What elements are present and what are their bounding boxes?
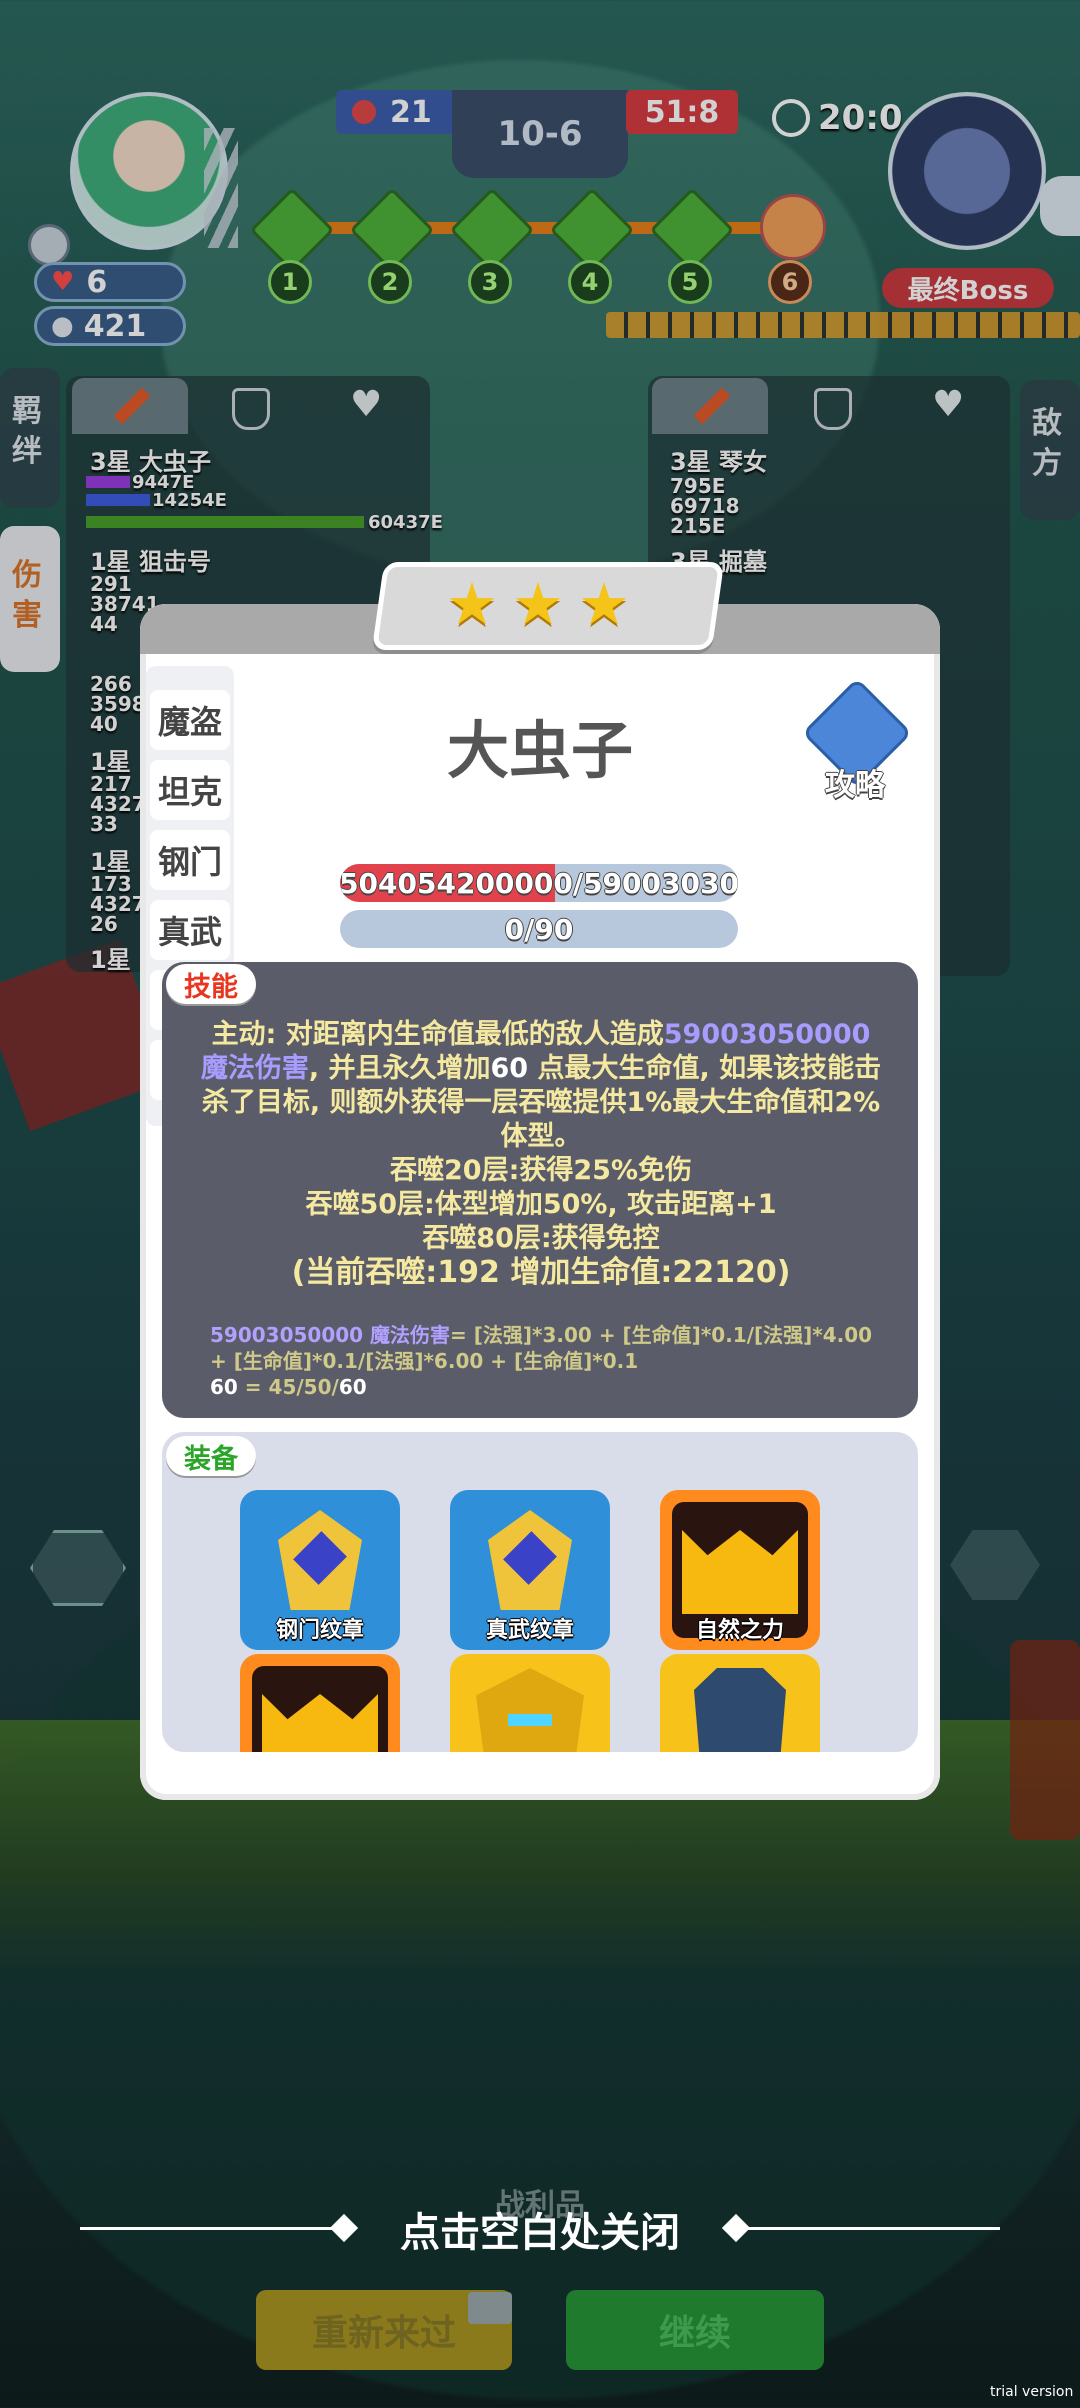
star-3-icon: ★ — [578, 570, 630, 638]
skill-line-3: 吞噬50层:体型增加50%, 攻击距离+1 — [305, 1189, 777, 1220]
tab-class-2[interactable]: 坦克 — [150, 760, 230, 820]
exp-bar-text: 0/90 — [504, 912, 574, 946]
helmet-eye-icon — [508, 1714, 552, 1726]
equipment-section: 钢门纹章 真武纹章 自然之力 — [162, 1432, 918, 1752]
close-hint-line-left — [80, 2227, 350, 2230]
hero-name: 大虫子 — [446, 714, 633, 787]
equipment-slot-2[interactable]: 真武纹章 — [450, 1490, 610, 1650]
formula-2-expr: = 45/50/ — [237, 1375, 339, 1399]
close-hint-line-right — [730, 2227, 1000, 2230]
tab-class-1[interactable]: 魔盗 — [150, 690, 230, 750]
equipment-slot-3[interactable]: 自然之力 — [660, 1490, 820, 1650]
equipment-slot-4[interactable] — [240, 1654, 400, 1752]
skill-tag: 技能 — [166, 964, 256, 1004]
equipment-label-3: 自然之力 — [695, 1618, 784, 1643]
star-1-icon: ★ — [446, 570, 498, 638]
golden-helmet-icon — [476, 1668, 584, 1752]
equipment-slot-6[interactable] — [660, 1654, 820, 1752]
skill-line-2: 吞噬20层:获得25%免伤 — [390, 1155, 692, 1186]
tab-class-3[interactable]: 钢门 — [150, 830, 230, 890]
trial-watermark: trial version — [990, 2384, 1074, 2400]
skill-line-5: (当前吞噬:192 增加生命值:22120) — [291, 1255, 791, 1290]
tab-class-4[interactable]: 真武 — [150, 900, 230, 960]
equipment-label-1: 钢门纹章 — [275, 1618, 364, 1643]
guide-label: 攻略 — [825, 768, 885, 803]
continue-button[interactable]: 继续 — [566, 2290, 824, 2370]
equipment-tag: 装备 — [166, 1436, 256, 1476]
equipment-label-2: 真武纹章 — [485, 1618, 574, 1643]
formula-2-value: 60 — [210, 1375, 238, 1399]
skill-formula: 59003050000 魔法伤害= [法强]*3.00 + [生命值]*0.1/… — [210, 1322, 880, 1400]
skill-line-1: 主动: 对距离内生命值最低的敌人造成 — [211, 1019, 664, 1050]
formula-2-current: 60 — [338, 1375, 367, 1399]
formula-1-value: 59003050000 魔法伤害 — [210, 1323, 451, 1347]
hp-bar: 504054200000/59003030 — [340, 864, 738, 902]
skill-line-1b: , 并且永久增加 — [308, 1053, 491, 1084]
continue-label: 继续 — [658, 2313, 731, 2354]
equipment-slot-5[interactable] — [450, 1654, 610, 1752]
skill-description: 主动: 对距离内生命值最低的敌人造成59003050000 魔法伤害, 并且永久… — [196, 1018, 886, 1291]
skill-hp-value: 60 — [490, 1053, 529, 1084]
guide-button[interactable]: 攻略 — [800, 677, 913, 803]
hp-bar-text: 504054200000/59003030 — [340, 866, 738, 900]
equipment-slot-1[interactable]: 钢门纹章 — [240, 1490, 400, 1650]
skill-line-4: 吞噬80层:获得免控 — [422, 1223, 660, 1254]
loot-label[interactable]: 战利品 — [470, 2180, 610, 2224]
video-ad-icon — [468, 2292, 512, 2324]
retry-label: 重新来过 — [311, 2313, 456, 2354]
star-2-icon: ★ — [512, 570, 564, 638]
armor-vest-icon — [694, 1668, 786, 1752]
exp-bar: 0/90 — [340, 910, 738, 948]
